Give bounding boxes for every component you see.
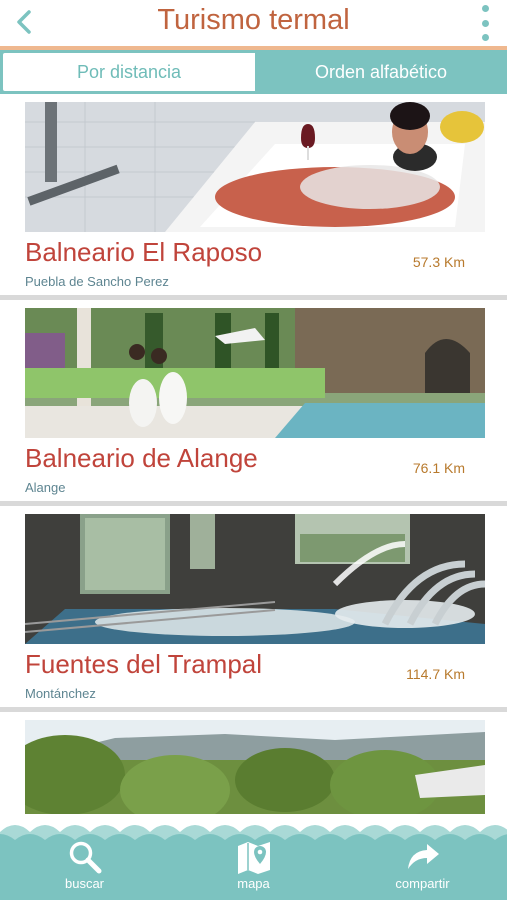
list-item[interactable]: [0, 712, 507, 814]
nav-compartir[interactable]: compartir: [338, 844, 507, 900]
sort-tabs: Por distancia Orden alfabético: [0, 50, 507, 94]
spa-town: Puebla de Sancho Perez: [25, 274, 169, 289]
spa-distance: 114.7 Km: [406, 666, 465, 682]
spa-name: Balneario de Alange: [25, 443, 258, 473]
app-screen: Turismo termal Por distancia Orden alfab…: [0, 0, 507, 900]
nav-label: buscar: [64, 876, 105, 891]
list-item[interactable]: Balneario El Raposo 57.3 Km Puebla de Sa…: [0, 94, 507, 300]
map-pin-icon: [237, 842, 270, 874]
share-arrow-icon: [407, 844, 439, 869]
page-title: Turismo termal: [157, 4, 350, 36]
nav-label: mapa: [237, 876, 270, 891]
list-item[interactable]: Balneario de Alange 76.1 Km Alange: [0, 300, 507, 506]
spa-distance: 57.3 Km: [412, 254, 465, 270]
search-icon: [69, 841, 101, 874]
forest-landscape-photo: [25, 720, 485, 814]
list-item[interactable]: Fuentes del Trampal 114.7 Km Montánchez: [0, 506, 507, 712]
more-menu-button[interactable]: [477, 5, 493, 41]
spa-town: Montánchez: [25, 686, 96, 701]
app-header: Turismo termal: [0, 0, 507, 46]
indoor-hydro-pool-photo: [25, 514, 485, 644]
more-vertical-icon: [481, 5, 489, 12]
spa-list: Balneario El Raposo 57.3 Km Puebla de Sa…: [0, 94, 507, 814]
nav-mapa[interactable]: mapa: [169, 842, 338, 900]
tab-por-distancia[interactable]: Por distancia: [3, 53, 255, 91]
couple-by-thermal-pool-photo: [25, 308, 485, 438]
spa-distance: 76.1 Km: [412, 460, 465, 476]
nav-label: compartir: [395, 876, 450, 891]
woman-in-spa-bathtub-photo: [25, 102, 485, 232]
spa-town: Alange: [25, 480, 66, 495]
tab-orden-alfabetico[interactable]: Orden alfabético: [255, 50, 507, 94]
spa-name: Fuentes del Trampal: [25, 649, 263, 679]
nav-buscar[interactable]: buscar: [0, 841, 169, 900]
bottom-navigation: buscar mapa compartir: [0, 841, 507, 900]
spa-name: Balneario El Raposo: [25, 237, 263, 267]
